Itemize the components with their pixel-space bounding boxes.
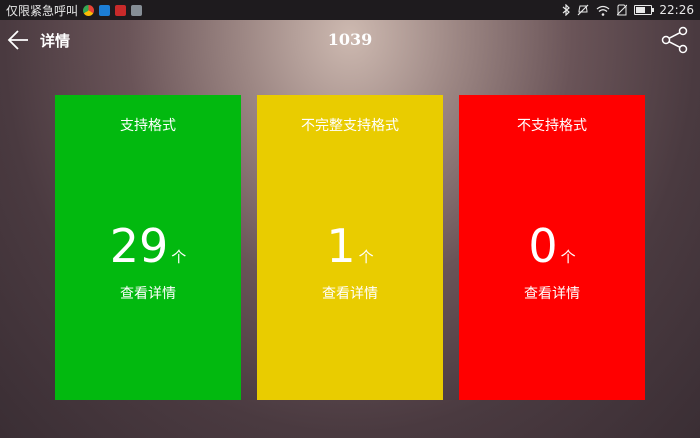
card-supported[interactable]: 支持格式 29 个 查看详情 bbox=[55, 95, 241, 400]
battery-icon bbox=[634, 5, 655, 15]
status-right: 22:26 bbox=[562, 3, 694, 17]
wifi-icon bbox=[596, 5, 610, 16]
view-details-link[interactable]: 查看详情 bbox=[257, 283, 443, 303]
status-left: 仅限紧急呼叫 bbox=[6, 2, 143, 19]
share-button[interactable] bbox=[660, 26, 690, 54]
status-bar: 仅限紧急呼叫 22:26 bbox=[0, 0, 700, 20]
carrier-text: 仅限紧急呼叫 bbox=[6, 3, 79, 18]
card-title: 支持格式 bbox=[120, 118, 176, 134]
mute-icon bbox=[577, 4, 589, 16]
view-details-link[interactable]: 查看详情 bbox=[459, 283, 645, 303]
card-partially-supported[interactable]: 不完整支持格式 1 个 查看详情 bbox=[257, 95, 443, 400]
count-unit: 个 bbox=[358, 248, 374, 266]
card-count: 1 个 bbox=[257, 223, 443, 269]
battery-level bbox=[636, 7, 645, 13]
count-unit: 个 bbox=[560, 248, 576, 266]
toolbar: 详情 1039 bbox=[0, 20, 700, 60]
no-sim-icon bbox=[617, 4, 628, 16]
count-unit: 个 bbox=[171, 248, 187, 266]
edit-app-icon bbox=[99, 4, 111, 16]
count-number: 1 bbox=[326, 219, 356, 273]
count-number: 29 bbox=[109, 219, 169, 273]
card-title: 不支持格式 bbox=[517, 118, 587, 134]
card-title: 不完整支持格式 bbox=[301, 118, 399, 134]
arrow-left-icon bbox=[7, 30, 28, 50]
chrome-icon bbox=[83, 4, 95, 16]
bluetooth-icon bbox=[563, 4, 571, 16]
share-icon bbox=[661, 26, 688, 54]
image-app-icon bbox=[131, 4, 143, 16]
card-count: 0 个 bbox=[459, 223, 645, 269]
item-name: 1039 bbox=[327, 30, 373, 49]
view-details-link[interactable]: 查看详情 bbox=[55, 283, 241, 303]
card-count: 29 个 bbox=[55, 223, 241, 269]
page-title: 详情 bbox=[40, 32, 71, 50]
count-number: 0 bbox=[528, 219, 558, 273]
mail-app-icon bbox=[115, 4, 127, 16]
card-unsupported[interactable]: 不支持格式 0 个 查看详情 bbox=[459, 95, 645, 400]
screen: 仅限紧急呼叫 22:26 详情 1039 支持格式 29 个 查看详情 不完整支… bbox=[0, 0, 700, 438]
back-button[interactable] bbox=[6, 28, 32, 52]
clock: 22:26 bbox=[659, 3, 694, 17]
